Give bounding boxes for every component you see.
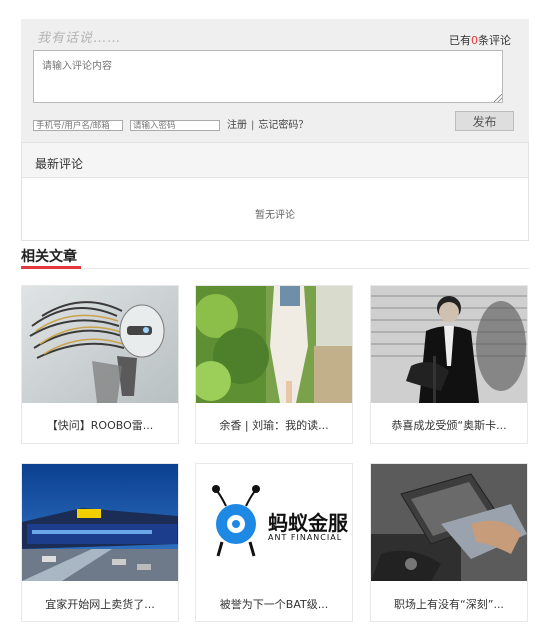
resize-handle-icon[interactable]: [494, 94, 502, 102]
related-articles-title: 相关文章: [21, 249, 77, 265]
ant-financial-logo-en: ANT FINANCIAL: [268, 533, 343, 542]
article-card-5[interactable]: 蚂蚁金服 ANT FINANCIAL 被誉为下一个BAT级...: [195, 463, 353, 622]
garden-woman-image[interactable]: [196, 286, 352, 403]
comment-count-number: 0: [471, 34, 478, 47]
forgot-password-link[interactable]: 忘记密码？: [258, 120, 308, 131]
comment-input[interactable]: [33, 50, 503, 103]
ikea-store-image[interactable]: [22, 464, 178, 581]
link-separator: |: [251, 120, 255, 131]
article-card-3[interactable]: 恭喜成龙受颁“奥斯卡...: [370, 285, 528, 444]
article-title-3[interactable]: 恭喜成龙受颁“奥斯卡...: [371, 417, 527, 433]
jackie-chan-image[interactable]: [371, 286, 527, 403]
article-title-2[interactable]: 余香 | 刘瑜：我的读...: [196, 417, 352, 433]
section-divider: [21, 268, 529, 269]
article-title-6[interactable]: 职场上有没有“深刻”...: [371, 596, 527, 612]
no-comments-text: 暂无评论: [255, 210, 295, 221]
article-title-1[interactable]: 【快问】ROOBO雷...: [22, 417, 178, 433]
robot-head-image[interactable]: [22, 286, 178, 403]
latest-comments-header: 最新评论: [22, 143, 528, 178]
ant-financial-logo-cn: 蚂蚁金服: [268, 511, 348, 535]
say-something-title: 我有话说……: [37, 31, 122, 46]
username-input[interactable]: [33, 120, 123, 131]
article-title-4[interactable]: 宜家开始网上卖货了...: [22, 596, 178, 612]
article-card-6[interactable]: 职场上有没有“深刻”...: [370, 463, 528, 622]
article-card-2[interactable]: 余香 | 刘瑜：我的读...: [195, 285, 353, 444]
comment-count: 已有0条评论: [449, 34, 511, 47]
article-card-1[interactable]: 【快问】ROOBO雷...: [21, 285, 179, 444]
title-accent-underline: [21, 266, 81, 269]
ant-financial-logo-image[interactable]: 蚂蚁金服 ANT FINANCIAL: [196, 464, 352, 581]
latest-comments-title: 最新评论: [35, 157, 84, 171]
comment-form: 我有话说…… 已有0条评论 注册 |忘记密码？ 发布: [21, 19, 529, 142]
laptop-work-image[interactable]: [371, 464, 527, 581]
article-card-4[interactable]: 宜家开始网上卖货了...: [21, 463, 179, 622]
password-input[interactable]: [130, 120, 220, 131]
latest-comments-panel: 最新评论 暂无评论: [21, 142, 529, 241]
publish-button[interactable]: 发布: [455, 111, 514, 131]
account-links: 注册 | 忘记密码？: [227, 116, 308, 131]
article-title-5[interactable]: 被誉为下一个BAT级...: [196, 596, 352, 612]
register-link[interactable]: 注册: [227, 120, 247, 131]
